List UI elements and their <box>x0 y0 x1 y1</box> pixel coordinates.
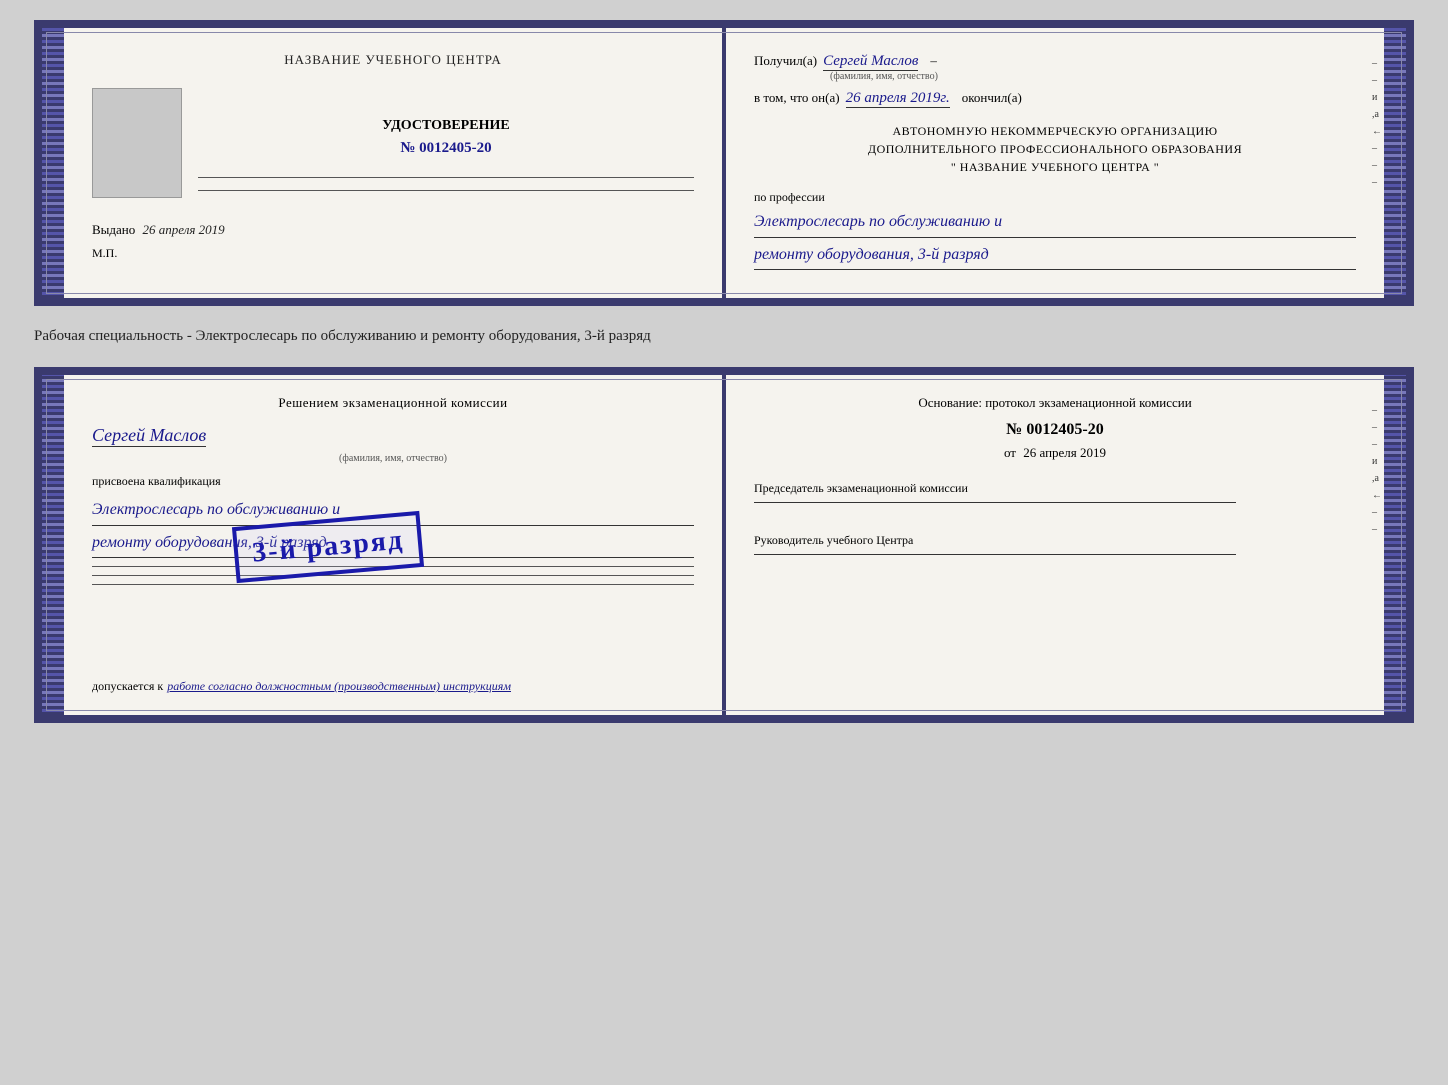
cert-right-panel: – – и ,а ← – – – Получил(а) Сергей Масло… <box>726 28 1384 298</box>
card2-prisvoena: присвоена квалификация <box>92 474 694 489</box>
okonchil-label: окончил(а) <box>962 90 1022 106</box>
poluchil-row: Получил(а) Сергей Маслов – (фамилия, имя… <box>754 52 1356 82</box>
binding-strip-left-1 <box>42 28 64 298</box>
profession-line-2: ремонту оборудования, 3-й разряд <box>754 242 1356 271</box>
vydano-date: 26 апреля 2019 <box>143 222 225 237</box>
cert-school-title: НАЗВАНИЕ УЧЕБНОГО ЦЕНТРА <box>92 52 694 68</box>
cert-udost-label: УДОСТОВЕРЕНИЕ <box>198 118 694 134</box>
side-labels-right-2: – – – и ,а ← – – <box>1372 405 1382 535</box>
card2-osnov: Основание: протокол экзаменационной коми… <box>754 395 1356 411</box>
vtom-row: в том, что он(а) 26 апреля 2019г. окончи… <box>754 90 1356 108</box>
specialty-text: Рабочая специальность - Электрослесарь п… <box>34 322 1414 351</box>
card2-fio-small: (фамилия, имя, отчество) <box>92 453 694 464</box>
binding-strip-right-2 <box>1384 375 1406 715</box>
dopuskaetsya-label: допускается к <box>92 679 163 693</box>
card2-num-prefix: № <box>1006 421 1022 438</box>
card2-right-panel: – – – и ,а ← – – Основание: протокол экз… <box>726 375 1384 715</box>
card2-ot-label: от <box>1004 445 1016 460</box>
vtom-label: в том, что он(а) <box>754 90 840 106</box>
certificate-card-1: НАЗВАНИЕ УЧЕБНОГО ЦЕНТРА УДОСТОВЕРЕНИЕ №… <box>34 20 1414 306</box>
org-line-2: ДОПОЛНИТЕЛЬНОГО ПРОФЕССИОНАЛЬНОГО ОБРАЗО… <box>754 140 1356 158</box>
poluchil-dash: – <box>930 53 937 68</box>
poluchil-label: Получил(а) <box>754 53 817 69</box>
photo-placeholder <box>92 88 182 198</box>
org-line-3: " НАЗВАНИЕ УЧЕБНОГО ЦЕНТРА " <box>754 158 1356 176</box>
card2-right-date: от 26 апреля 2019 <box>754 445 1356 461</box>
binding-strip-left-2 <box>42 375 64 715</box>
org-text: АВТОНОМНУЮ НЕКОММЕРЧЕСКУЮ ОРГАНИЗАЦИЮ ДО… <box>754 122 1356 176</box>
card2-num-value: 0012405-20 <box>1026 421 1103 438</box>
cert-number-prefix: № <box>400 140 415 156</box>
card2-name-block: Сергей Маслов <box>92 425 694 449</box>
stamp-text: 3-й разряд <box>251 525 405 570</box>
card2-ruk: Руководитель учебного Центра <box>754 533 1356 548</box>
cert-vydano: Выдано 26 апреля 2019 <box>92 222 694 238</box>
cert-left-panel: НАЗВАНИЕ УЧЕБНОГО ЦЕНТРА УДОСТОВЕРЕНИЕ №… <box>64 28 722 298</box>
dopuskaetsya-text: работе согласно должностным (производств… <box>167 679 511 693</box>
certificate-card-2: Решением экзаменационной комиссии Сергей… <box>34 367 1414 723</box>
side-labels-right: – – и ,а ← – – – <box>1372 58 1382 188</box>
cert-number: № 0012405-20 <box>198 140 694 157</box>
card2-name: Сергей Маслов <box>92 425 206 447</box>
binding-strip-right-1 <box>1384 28 1406 298</box>
card2-predsed: Председатель экзаменационной комиссии <box>754 481 1356 496</box>
card2-ot-date: 26 апреля 2019 <box>1023 445 1106 460</box>
card2-title: Решением экзаменационной комиссии <box>92 395 694 411</box>
cert-mp: М.П. <box>92 246 694 261</box>
po-professii-label: по профессии <box>754 190 1356 205</box>
cert-line-2 <box>198 190 694 191</box>
poluchil-name: Сергей Маслов <box>823 53 918 71</box>
ruk-sig-line <box>754 554 1236 555</box>
cert-number-value: 0012405-20 <box>419 140 492 156</box>
vydano-label: Выдано <box>92 222 135 237</box>
org-line-1: АВТОНОМНУЮ НЕКОММЕРЧЕСКУЮ ОРГАНИЗАЦИЮ <box>754 122 1356 140</box>
cert-line-1 <box>198 177 694 178</box>
card2-right-num: № 0012405-20 <box>754 421 1356 439</box>
card2-left-panel: Решением экзаменационной комиссии Сергей… <box>64 375 722 715</box>
dopuskaetsya-block: допускается к работе согласно должностны… <box>92 677 694 695</box>
vtom-date: 26 апреля 2019г. <box>846 90 950 108</box>
fio-small-label: (фамилия, имя, отчество) <box>823 71 945 82</box>
predsed-sig-line <box>754 502 1236 503</box>
profession-line-1: Электрослесарь по обслуживанию и <box>754 209 1356 238</box>
